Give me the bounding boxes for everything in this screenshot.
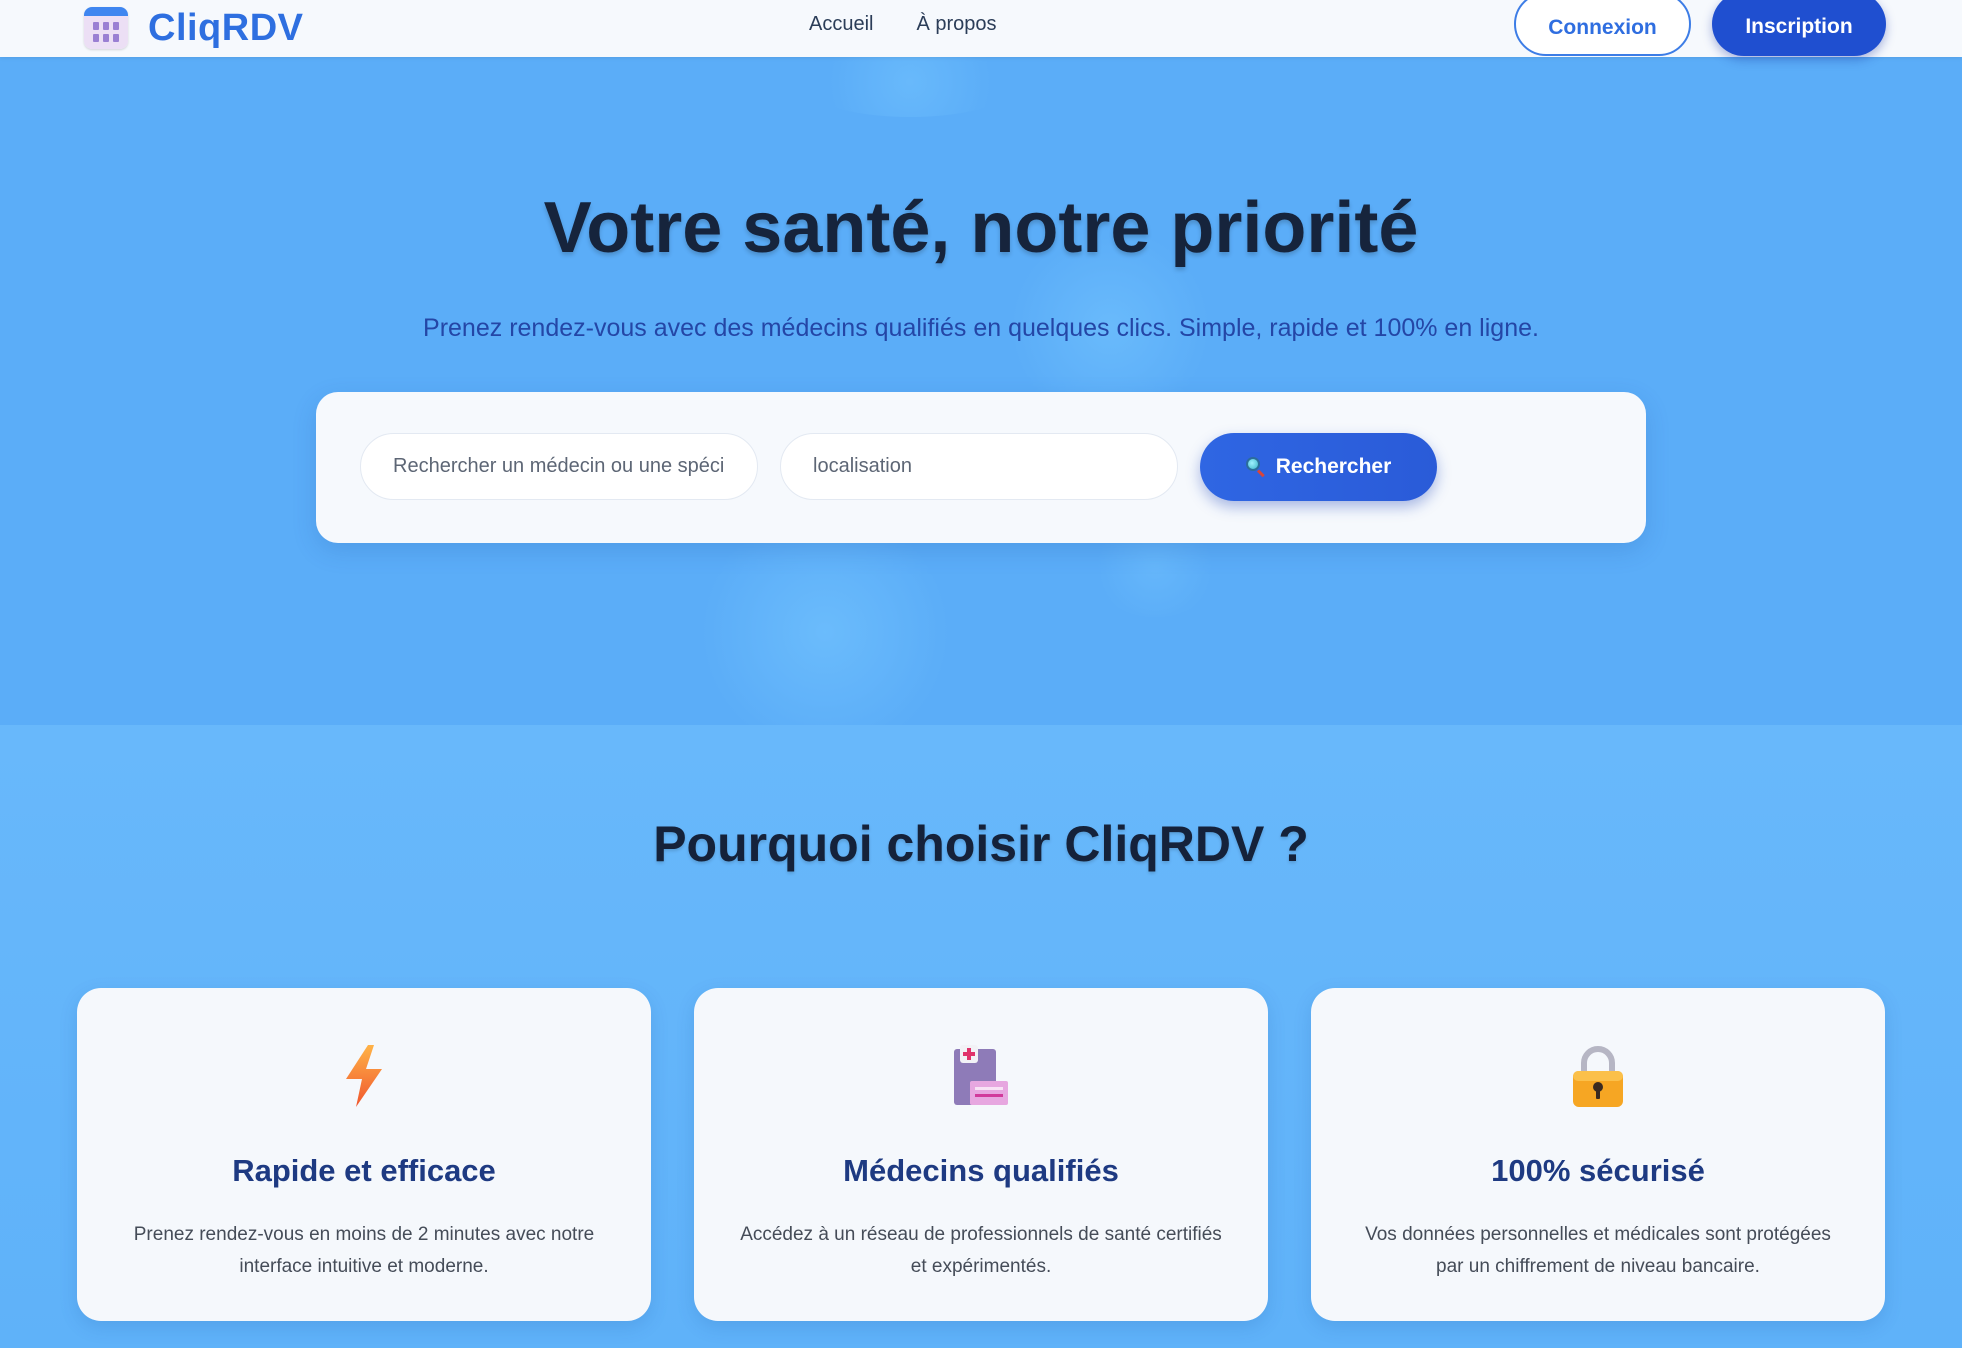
brand-name: CliqRDV <box>148 6 304 49</box>
doctor-search-input[interactable] <box>360 433 758 500</box>
brand-logo[interactable]: CliqRDV <box>84 4 304 52</box>
signup-button[interactable]: Inscription <box>1712 0 1886 56</box>
search-card: Rechercher <box>316 392 1646 543</box>
card-title: Médecins qualifiés <box>843 1153 1119 1188</box>
card-text: Vos données personnelles et médicales so… <box>1365 1224 1831 1277</box>
why-title: Pourquoi choisir CliqRDV ? <box>653 816 1309 872</box>
login-button[interactable]: Connexion <box>1514 0 1691 56</box>
why-section: Pourquoi choisir CliqRDV ? Rapide et eff… <box>0 725 1962 1348</box>
nav-links: Accueil À propos <box>809 13 997 36</box>
hero-section: Votre santé, notre priorité Prenez rende… <box>0 57 1962 725</box>
hero-title: Votre santé, notre priorité <box>543 188 1419 268</box>
lock-icon <box>1311 1045 1885 1109</box>
lightning-icon <box>77 1045 651 1109</box>
calendar-icon <box>84 7 128 49</box>
feature-card-rapide: Rapide et efficace Prenez rendez-vous en… <box>77 988 651 1321</box>
card-text: Prenez rendez-vous en moins de 2 minutes… <box>133 1224 595 1277</box>
hero-subtitle: Prenez rendez-vous avec des médecins qua… <box>423 314 1539 342</box>
feature-card-securise: 100% sécurisé Vos données personnelles e… <box>1311 988 1885 1321</box>
magnifier-icon <box>1245 457 1266 478</box>
nav-link-accueil[interactable]: Accueil <box>809 13 873 36</box>
top-navbar: CliqRDV Accueil À propos Connexion Inscr… <box>0 0 1962 57</box>
card-text: Accédez à un réseau de professionnels de… <box>740 1224 1222 1277</box>
card-title: 100% sécurisé <box>1491 1153 1705 1188</box>
card-title: Rapide et efficace <box>232 1153 496 1188</box>
search-button-label: Rechercher <box>1275 455 1392 478</box>
nav-link-a-propos[interactable]: À propos <box>916 13 996 36</box>
medical-record-icon <box>694 1045 1268 1109</box>
feature-card-medecins: Médecins qualifiés Accédez à un réseau d… <box>694 988 1268 1321</box>
location-input[interactable] <box>780 433 1178 500</box>
search-button[interactable]: Rechercher <box>1200 433 1437 501</box>
